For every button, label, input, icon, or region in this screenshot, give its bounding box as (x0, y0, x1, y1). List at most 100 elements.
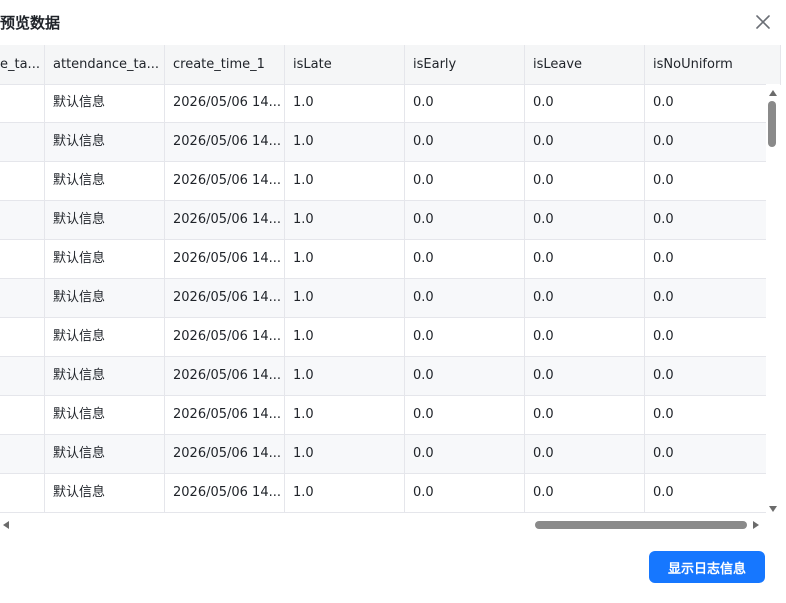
table-cell: 0.0 (653, 134, 674, 149)
table-cell: 0.0 (525, 396, 645, 434)
table-cell: 0.0 (653, 485, 674, 500)
vertical-scrollbar[interactable] (766, 84, 780, 518)
scroll-down-arrow-icon[interactable] (769, 506, 777, 512)
table-cell: 0.0 (525, 240, 645, 278)
table-row[interactable]: 默认信息 2026/05/06 14... 1.0 0.0 0.0 0.0 (0, 318, 766, 357)
table-cell: 默认信息 (45, 474, 165, 512)
table-cell: 0.0 (525, 123, 645, 161)
table-cell: 默认信息 (45, 201, 165, 239)
table-cell (0, 123, 45, 161)
table-cell: 默认信息 (45, 123, 165, 161)
table-row[interactable]: 默认信息 2026/05/06 14... 1.0 0.0 0.0 0.0 (0, 201, 766, 240)
table-cell: 默认信息 (45, 240, 165, 278)
scroll-right-arrow-icon[interactable] (753, 521, 759, 529)
table-cell: 0.0 (525, 435, 645, 473)
preview-data-dialog: 预览数据 e_ta... attendance_ta... create_tim… (0, 0, 786, 603)
table-cell (0, 396, 45, 434)
table-row[interactable]: 默认信息 2026/05/06 14... 1.0 0.0 0.0 0.0 (0, 396, 766, 435)
table-row[interactable]: 默认信息 2026/05/06 14... 1.0 0.0 0.0 0.0 (0, 162, 766, 201)
table-row[interactable]: 默认信息 2026/05/06 14... 1.0 0.0 0.0 0.0 (0, 357, 766, 396)
table-cell: 1.0 (285, 240, 405, 278)
table-cell: 0.0 (525, 318, 645, 356)
table-row[interactable]: 默认信息 2026/05/06 14... 1.0 0.0 0.0 0.0 (0, 435, 766, 474)
table-cell: 0.0 (525, 84, 645, 122)
column-header[interactable]: create_time_1 (165, 45, 285, 84)
table-row[interactable]: 默认信息 2026/05/06 14... 1.0 0.0 0.0 0.0 (0, 279, 766, 318)
table-cell: 0.0 (653, 95, 674, 110)
table-cell: 0.0 (653, 212, 674, 227)
table-cell: 默认信息 (45, 396, 165, 434)
horizontal-scrollbar[interactable] (0, 517, 766, 533)
table-cell: 0.0 (405, 396, 525, 434)
table-cell: 0.0 (405, 240, 525, 278)
show-log-info-button[interactable]: 显示日志信息 (649, 551, 765, 583)
table-body: 默认信息 2026/05/06 14... 1.0 0.0 0.0 0.0 默认信息 2026… (0, 84, 766, 514)
table-cell: 0.0 (653, 329, 674, 344)
table-cell: 0.0 (525, 357, 645, 395)
table-cell: 0.0 (525, 474, 645, 512)
vertical-scroll-thumb[interactable] (768, 101, 776, 147)
table-cell: 默认信息 (45, 279, 165, 317)
table-cell: 2026/05/06 14... (165, 396, 285, 434)
table-cell: 1.0 (285, 435, 405, 473)
table-cell (0, 474, 45, 512)
table-cell: 0.0 (405, 123, 525, 161)
table-cell (0, 84, 45, 122)
table-cell: 1.0 (285, 357, 405, 395)
table-cell (0, 240, 45, 278)
table-cell: 1.0 (285, 279, 405, 317)
table-cell: 2026/05/06 14... (165, 123, 285, 161)
column-header[interactable]: isEarly (405, 45, 525, 84)
table-cell (0, 279, 45, 317)
scroll-left-arrow-icon[interactable] (3, 521, 9, 529)
column-header[interactable]: attendance_ta... (45, 45, 165, 84)
column-header[interactable]: isNoUniform (645, 45, 781, 84)
table-cell: 2026/05/06 14... (165, 279, 285, 317)
table-cell: 0.0 (653, 368, 674, 383)
table-cell: 2026/05/06 14... (165, 474, 285, 512)
table-cell: 1.0 (285, 201, 405, 239)
preview-table: e_ta... attendance_ta... create_time_1 i… (0, 45, 781, 534)
column-header[interactable]: isLeave (525, 45, 645, 84)
close-icon[interactable] (755, 14, 771, 30)
table-cell: 0.0 (525, 162, 645, 200)
table-row[interactable]: 默认信息 2026/05/06 14... 1.0 0.0 0.0 0.0 (0, 474, 766, 513)
table-cell: 默认信息 (45, 318, 165, 356)
table-cell: 0.0 (525, 201, 645, 239)
table-cell (0, 162, 45, 200)
table-header: e_ta... attendance_ta... create_time_1 i… (0, 45, 781, 85)
table-cell: 默认信息 (45, 435, 165, 473)
table-row[interactable]: 默认信息 2026/05/06 14... 1.0 0.0 0.0 0.0 (0, 123, 766, 162)
table-cell (0, 318, 45, 356)
table-cell: 0.0 (405, 474, 525, 512)
table-cell: 1.0 (285, 318, 405, 356)
scroll-up-arrow-icon[interactable] (769, 90, 777, 96)
table-cell: 1.0 (285, 474, 405, 512)
table-cell: 1.0 (285, 84, 405, 122)
table-cell: 2026/05/06 14... (165, 84, 285, 122)
table-cell: 0.0 (405, 318, 525, 356)
table-cell: 0.0 (405, 435, 525, 473)
table-cell: 0.0 (525, 279, 645, 317)
table-cell: 1.0 (285, 162, 405, 200)
table-cell: 1.0 (285, 123, 405, 161)
table-row[interactable]: 默认信息 2026/05/06 14... 1.0 0.0 0.0 0.0 (0, 240, 766, 279)
table-cell: 默认信息 (45, 84, 165, 122)
table-cell: 2026/05/06 14... (165, 435, 285, 473)
table-cell: 默认信息 (45, 162, 165, 200)
horizontal-scroll-thumb[interactable] (535, 521, 747, 529)
table-cell: 0.0 (405, 162, 525, 200)
table-cell: 2026/05/06 14... (165, 357, 285, 395)
column-header[interactable]: isLate (285, 45, 405, 84)
table-cell: 默认信息 (45, 357, 165, 395)
column-header[interactable]: e_ta... (0, 45, 45, 84)
table-cell: 0.0 (653, 290, 674, 305)
table-cell: 2026/05/06 14... (165, 240, 285, 278)
table-row[interactable]: 默认信息 2026/05/06 14... 1.0 0.0 0.0 0.0 (0, 84, 766, 123)
table-cell: 0.0 (653, 251, 674, 266)
table-cell (0, 435, 45, 473)
table-cell: 0.0 (405, 357, 525, 395)
dialog-title: 预览数据 (0, 14, 61, 32)
table-cell: 0.0 (653, 446, 674, 461)
table-cell: 0.0 (405, 279, 525, 317)
